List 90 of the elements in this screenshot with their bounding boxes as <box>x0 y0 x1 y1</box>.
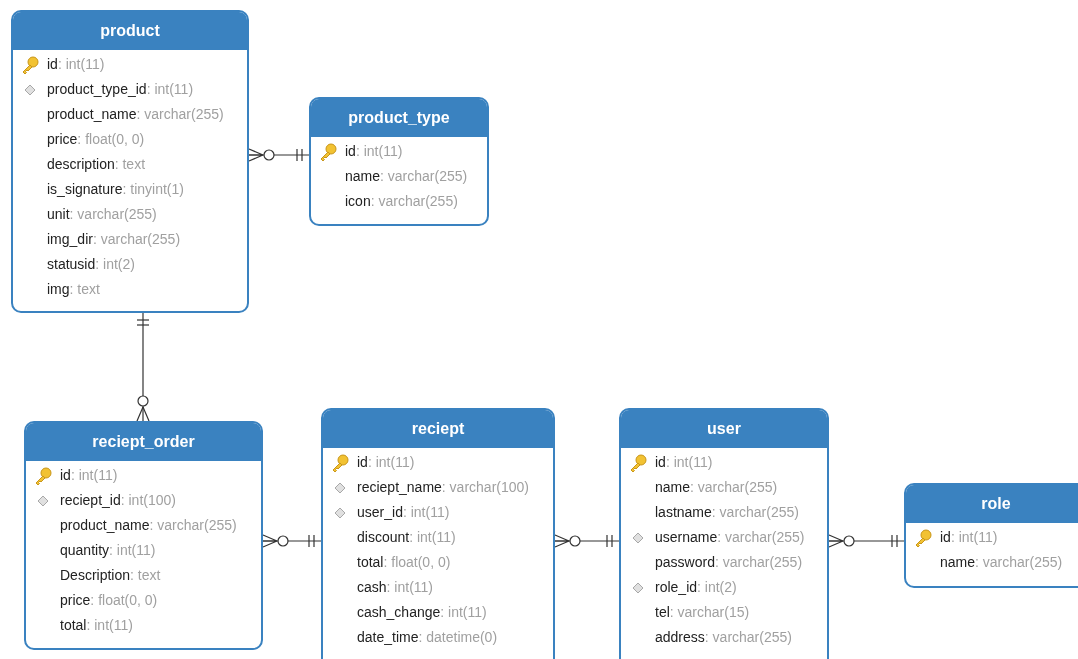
column-name: cash <box>357 578 387 597</box>
key-icon <box>628 452 648 473</box>
diamond-icon <box>632 531 644 544</box>
column-name: user_id <box>357 503 403 522</box>
column-type: : int(100) <box>120 491 176 510</box>
key-icon <box>33 465 53 486</box>
column-name: product_name <box>60 516 150 535</box>
column-type: : int(11) <box>367 453 415 472</box>
column-type: : float(0, 0) <box>77 130 145 149</box>
column-name: unit <box>47 205 70 224</box>
table-title: user <box>621 410 827 448</box>
relationship-line <box>262 534 322 548</box>
column-name: img <box>47 280 70 299</box>
column-name: is_signature <box>47 180 123 199</box>
relationship-line <box>554 534 620 548</box>
column-name: id <box>345 142 356 161</box>
column-type: : int(11) <box>146 80 194 99</box>
column-name: id <box>940 528 951 547</box>
table-card[interactable]: role id: int(11) name: varchar(255) <box>904 483 1078 588</box>
column-name: reciept_id <box>60 491 121 510</box>
column-name: Description <box>60 566 131 585</box>
column-type: : varchar(255) <box>717 528 805 547</box>
table-title: role <box>906 485 1078 523</box>
table-card[interactable] <box>11 10 249 313</box>
column-name: id <box>357 453 368 472</box>
column-name: tel <box>655 603 670 622</box>
table-title: product <box>13 12 247 50</box>
column-type: : int(11) <box>440 603 487 622</box>
column-type: : varchar(255) <box>149 516 237 535</box>
column-name: product_type_id <box>47 80 147 99</box>
table-card[interactable]: user id: int(11) name: varchar(255) lastname: varchar(255) username: varchar(255) password: varchar(255) role_id: int(2) tel: varchar(15) address: varchar(255) <box>619 408 829 659</box>
table-title: product_type <box>311 99 487 137</box>
column-name: lastname <box>655 503 712 522</box>
key-icon <box>330 452 350 473</box>
column-type: : int(11) <box>409 528 456 547</box>
column-name: icon <box>345 192 371 211</box>
table-title: reciept_order <box>26 423 261 461</box>
column-name: img_dir <box>47 230 93 249</box>
column-type: : varchar(255) <box>136 105 224 124</box>
column-type: : text <box>130 566 161 585</box>
key-icon <box>318 141 338 162</box>
key-icon <box>913 527 933 548</box>
column-type: : varchar(255) <box>714 553 803 572</box>
column-type: : int(11) <box>665 453 713 472</box>
key-icon <box>20 54 40 75</box>
column-type: : varchar(255) <box>370 192 458 211</box>
column-name: id <box>60 466 71 485</box>
column-type: : varchar(255) <box>380 167 468 186</box>
column-name: id <box>47 55 58 74</box>
column-type: : float(0, 0) <box>383 553 451 572</box>
column-type: : varchar(100) <box>441 478 529 497</box>
diamond-icon <box>334 506 346 519</box>
diamond-icon <box>24 83 36 96</box>
column-name: id <box>655 453 666 472</box>
column-type: : int(11) <box>402 503 450 522</box>
table-card[interactable]: product_type id: int(11) name: varchar(255) icon: varchar(255) <box>309 97 489 226</box>
column-name: address <box>655 628 705 647</box>
column-type: : varchar(255) <box>704 628 792 647</box>
column-type: : int(11) <box>70 466 118 485</box>
table-title: reciept <box>323 410 553 448</box>
column-type: : float(0, 0) <box>90 591 158 610</box>
table-card[interactable]: reciept id: int(11) reciept_name: varchar(100) user_id: int(11) discount: int(11) total: float(0, 0) cash: int(11) cash_change: int(11) date_time: datetime(0) <box>321 408 555 659</box>
table-card[interactable]: reciept_order id: int(11) reciept_id: int(100) product_name: varchar(255) quantity: int(11) Description: text price: float(0, 0) total: int(11) <box>24 421 263 650</box>
column-type: : varchar(255) <box>975 553 1063 572</box>
column-name: description <box>47 155 115 174</box>
column-type: : varchar(255) <box>711 503 799 522</box>
column-type: : int(11) <box>57 55 105 74</box>
column-type: : varchar(15) <box>669 603 750 622</box>
column-name: reciept_name <box>357 478 442 497</box>
column-name: password <box>655 553 715 572</box>
column-name: product_name <box>47 105 137 124</box>
column-type: : varchar(255) <box>92 230 181 249</box>
column-type: : text <box>69 280 100 299</box>
column-type: : int(11) <box>386 578 433 597</box>
diamond-icon <box>37 494 49 507</box>
column-type: : int(11) <box>355 142 403 161</box>
column-type: : int(11) <box>86 616 133 635</box>
column-type: : varchar(255) <box>690 478 778 497</box>
column-type: : varchar(255) <box>69 205 157 224</box>
column-type: : tinyint(1) <box>122 180 184 199</box>
column-type: : text <box>114 155 146 174</box>
column-type: : int(2) <box>95 255 135 274</box>
column-name: role_id <box>655 578 698 597</box>
relationship-line <box>248 148 310 162</box>
column-type: : int(11) <box>109 541 156 560</box>
diamond-icon <box>632 581 644 594</box>
column-type: : int(11) <box>950 528 998 547</box>
column-type: : int(2) <box>697 578 737 597</box>
column-type: : datetime(0) <box>418 628 498 647</box>
diamond-icon <box>334 481 346 494</box>
